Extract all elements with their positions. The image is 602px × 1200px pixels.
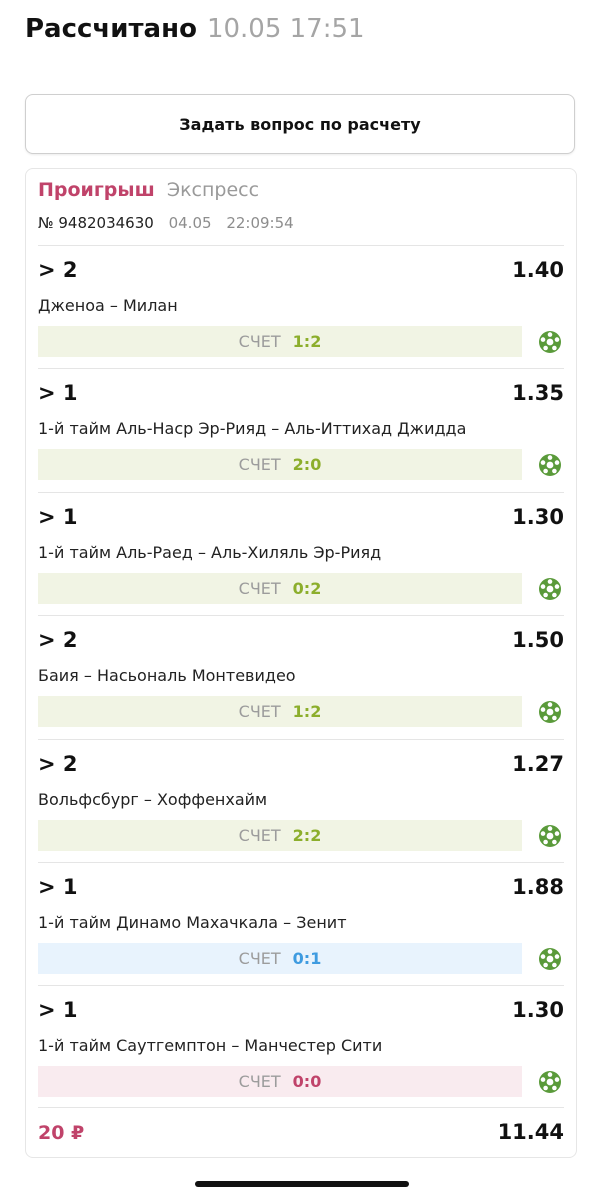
bet-card: Проигрыш Экспресс № 9482034630 04.05 22:… xyxy=(25,168,577,1158)
soccer-ball-icon xyxy=(538,824,562,848)
bet-type-label: Экспресс xyxy=(166,179,260,201)
event-row[interactable]: > 1 1.30 1-й тайм Саутгемптон – Манчестер … xyxy=(38,985,564,1108)
event-odds: 1.27 xyxy=(512,751,564,776)
score-bar: СЧЕТ 2:0 xyxy=(38,449,522,481)
event-match: 1-й тайм Динамо Махачкала – Зенит xyxy=(38,912,347,932)
score-bar: СЧЕТ 1:2 xyxy=(38,696,522,728)
bet-result-label: Проигрыш xyxy=(38,179,155,201)
score-value: 1:2 xyxy=(292,332,322,351)
stake-amount: 20 ₽ xyxy=(38,1122,85,1144)
score-label: СЧЕТ xyxy=(238,332,281,351)
soccer-ball-icon xyxy=(538,700,562,724)
score-label: СЧЕТ xyxy=(238,825,281,845)
event-match: Вольфсбург – Хоффенхайм xyxy=(38,789,268,809)
event-outcome: > 1 xyxy=(38,504,78,529)
score-bar: СЧЕТ 0:1 xyxy=(38,942,522,974)
score-value: 2:0 xyxy=(292,455,322,475)
event-match: Дженоа – Милан xyxy=(38,296,178,315)
page-title: Рассчитано xyxy=(25,14,197,44)
event-odds: 1.30 xyxy=(512,504,564,529)
event-outcome: > 2 xyxy=(38,258,78,282)
bet-summary: 20 ₽ 11.44 xyxy=(38,1107,564,1158)
event-outcome: > 1 xyxy=(38,998,78,1023)
event-match: 1-й тайм Аль-Раед – Аль-Хиляль Эр-Рияд xyxy=(38,542,382,562)
soccer-ball-icon xyxy=(538,330,562,354)
event-outcome: > 1 xyxy=(38,381,78,406)
score-bar: СЧЕТ 1:2 xyxy=(38,326,522,357)
event-outcome: > 2 xyxy=(38,751,78,776)
event-row[interactable]: > 1 1.30 1-й тайм Аль-Раед – Аль-Хиляль Эр… xyxy=(38,491,564,615)
score-bar: СЧЕТ 0:2 xyxy=(38,572,522,604)
score-bar: СЧЕТ 0:0 xyxy=(38,1066,522,1098)
event-row[interactable]: > 2 1.40 Дженоа – Милан СЧЕТ 1:2 xyxy=(38,245,564,368)
event-match: 1-й тайм Саутгемптон – Манчестер Сити xyxy=(38,1036,383,1056)
score-value: 0:2 xyxy=(292,578,322,598)
settled-time: 10.05 17:51 xyxy=(206,14,365,44)
bet-time: 22:09:54 xyxy=(226,214,294,232)
score-label: СЧЕТ xyxy=(238,702,281,722)
soccer-ball-icon xyxy=(538,947,562,971)
home-indicator[interactable] xyxy=(195,1181,409,1187)
event-outcome: > 1 xyxy=(38,874,78,899)
event-odds: 1.30 xyxy=(512,998,564,1023)
bet-status-line: Проигрыш Экспресс xyxy=(38,179,259,201)
bet-number: № 9482034630 xyxy=(38,214,154,232)
score-value: 0:0 xyxy=(292,1072,322,1092)
event-match: 1-й тайм Аль-Наср Эр-Рияд – Аль-Иттихад … xyxy=(38,419,467,439)
score-label: СЧЕТ xyxy=(238,455,281,475)
score-value: 1:2 xyxy=(292,702,322,722)
event-odds: 1.40 xyxy=(512,258,564,282)
event-odds: 1.50 xyxy=(512,628,564,653)
total-odds: 11.44 xyxy=(497,1120,564,1144)
score-value: 2:2 xyxy=(292,825,322,845)
soccer-ball-icon xyxy=(538,1070,562,1094)
event-row[interactable]: > 1 1.88 1-й тайм Динамо Махачкала – Зенит… xyxy=(38,861,564,985)
event-row[interactable]: > 2 1.50 Баия – Насьональ Монтевидео СЧЕТ 1:… xyxy=(38,615,564,738)
event-row[interactable]: > 2 1.27 Вольфсбург – Хоффенхайм СЧЕТ 2:2 xyxy=(38,738,564,862)
event-outcome: > 2 xyxy=(38,628,78,653)
page-header: Рассчитано 10.05 17:51 xyxy=(25,14,365,54)
score-bar: СЧЕТ 2:2 xyxy=(38,819,522,851)
ask-question-button[interactable]: Задать вопрос по расчету xyxy=(25,94,575,154)
event-odds: 1.88 xyxy=(512,874,564,899)
soccer-ball-icon xyxy=(538,453,562,477)
soccer-ball-icon xyxy=(538,577,562,601)
score-label: СЧЕТ xyxy=(238,578,281,598)
score-value: 0:1 xyxy=(292,948,322,968)
event-row[interactable]: > 1 1.35 1-й тайм Аль-Наср Эр-Рияд – Аль-И… xyxy=(38,368,564,491)
bet-meta: № 9482034630 04.05 22:09:54 xyxy=(38,214,294,232)
event-list: > 2 1.40 Дженоа – Милан СЧЕТ 1:2 > 1 1.35 1-й т… xyxy=(38,245,564,1109)
bet-date: 04.05 xyxy=(168,214,212,232)
event-match: Баия – Насьональ Монтевидео xyxy=(38,666,296,686)
score-label: СЧЕТ xyxy=(238,948,281,968)
event-odds: 1.35 xyxy=(512,381,564,406)
score-label: СЧЕТ xyxy=(238,1072,281,1092)
